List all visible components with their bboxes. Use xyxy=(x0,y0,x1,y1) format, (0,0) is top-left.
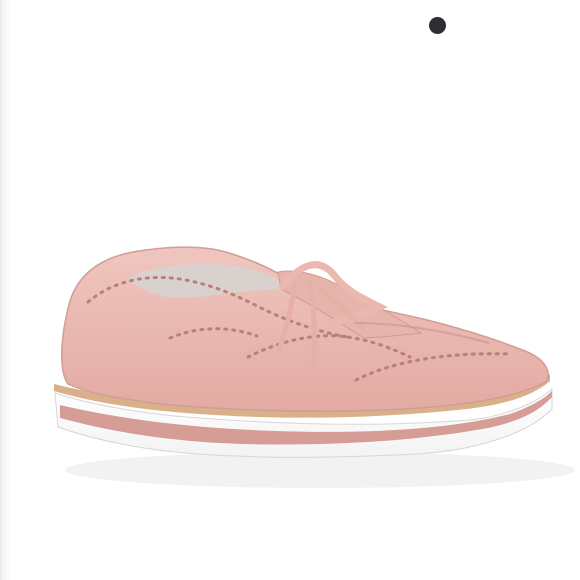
page-dot-5[interactable] xyxy=(529,17,546,34)
page-dot-2[interactable] xyxy=(454,17,471,34)
page-dot-3[interactable] xyxy=(479,17,496,34)
page-dot-1[interactable] xyxy=(429,17,446,34)
listing-image-viewer xyxy=(0,0,580,580)
page-dot-6[interactable] xyxy=(554,17,571,34)
page-dot-4[interactable] xyxy=(504,17,521,34)
product-photo[interactable] xyxy=(0,0,580,580)
shoe-upper xyxy=(61,246,549,412)
image-pagination xyxy=(429,17,571,34)
